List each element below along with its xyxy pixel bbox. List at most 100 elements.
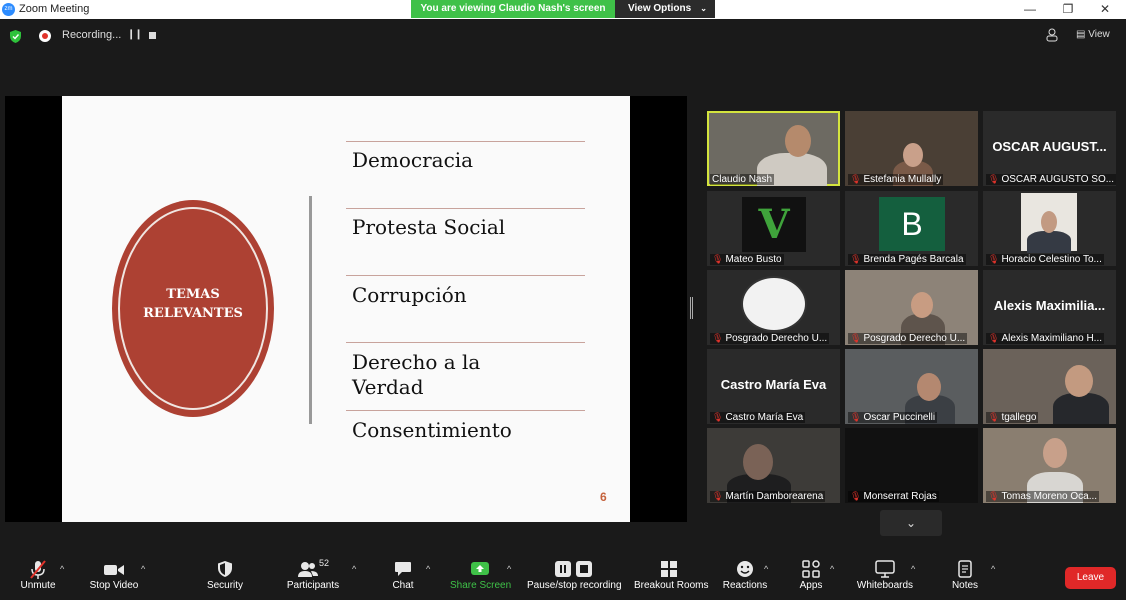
notes-button[interactable]: Notes <box>946 560 984 591</box>
view-button[interactable]: ▤ View <box>1076 29 1110 40</box>
audio-options-caret[interactable]: ^ <box>60 564 64 574</box>
split-resize-handle[interactable] <box>690 297 693 319</box>
stop-recording-icon[interactable] <box>149 32 156 39</box>
participant-name: 🎙 Posgrado Derecho U... <box>710 333 830 344</box>
participant-name-text: tgallego <box>1001 412 1037 423</box>
participant-tile[interactable]: OSCAR AUGUST... 🎙 OSCAR AUGUSTO SO... <box>983 111 1116 186</box>
chevron-down-icon: ⌄ <box>905 516 917 530</box>
topic-item: Derecho a la Verdad <box>352 350 481 399</box>
participant-name: 🎙 Martín Damborearena <box>710 491 826 502</box>
whiteboards-button[interactable]: Whiteboards <box>856 560 914 591</box>
participant-name-placeholder: Castro María Eva <box>720 377 827 392</box>
whiteboards-options-caret[interactable]: ^ <box>911 564 915 574</box>
pause-recording-icon[interactable]: ❙❙ <box>127 29 143 40</box>
muted-mic-icon: 🎙 <box>712 491 724 501</box>
participant-tile[interactable]: 🎙 Horacio Celestino To... <box>983 191 1116 266</box>
participants-options-caret[interactable]: ^ <box>352 564 356 574</box>
muted-mic-icon: 🎙 <box>850 254 862 264</box>
participant-tile[interactable]: 🎙 tgallego <box>983 349 1116 424</box>
participant-tile[interactable]: 🎙 Posgrado Derecho U... <box>845 270 978 345</box>
participant-tile[interactable]: V 🎙 Mateo Busto <box>707 191 840 266</box>
participants-icon: 52 <box>285 558 341 580</box>
muted-mic-icon: 🎙 <box>850 174 862 184</box>
focus-mode-icon[interactable] <box>1046 28 1058 42</box>
chat-button[interactable]: Chat <box>385 560 421 591</box>
muted-mic-icon: 🎙 <box>988 174 1000 184</box>
pause-stop-recording-button[interactable]: Pause/stop recording <box>527 560 622 591</box>
participant-tile[interactable]: 🎙 Monserrat Rojas <box>845 428 978 503</box>
notes-options-caret[interactable]: ^ <box>991 564 995 574</box>
participants-button[interactable]: 52 Participants <box>285 558 341 591</box>
topic-separator <box>346 410 585 411</box>
gta-v-logo-icon: V <box>742 197 806 252</box>
recording-dot-icon <box>39 30 51 42</box>
share-screen-label: Share Screen <box>450 580 512 591</box>
topic-separator <box>346 141 585 142</box>
participant-tile[interactable]: B 🎙 Brenda Pagés Barcala <box>845 191 978 266</box>
participant-name: Claudio Nash <box>710 174 775 185</box>
encryption-shield-icon[interactable] <box>9 30 22 43</box>
participant-tile[interactable]: Alexis Maximilia... 🎙 Alexis Maximiliano … <box>983 270 1116 345</box>
breakout-rooms-label: Breakout Rooms <box>634 580 709 591</box>
apps-button[interactable]: Apps <box>796 560 826 591</box>
minimize-button[interactable]: — <box>1015 1 1045 17</box>
participant-tile[interactable]: 🎙 Tomas Moreno Oca... <box>983 428 1116 503</box>
notes-icon <box>946 560 984 580</box>
participant-name: 🎙 Horacio Celestino To... <box>986 254 1104 265</box>
participant-video <box>911 292 933 318</box>
participant-tile[interactable]: 🎙 Martín Damborearena <box>707 428 840 503</box>
leave-button[interactable]: Leave <box>1065 567 1116 589</box>
topic-item: Protesta Social <box>352 215 506 239</box>
gallery-next-page-button[interactable]: ⌄ <box>880 510 942 536</box>
participant-video <box>1065 365 1093 397</box>
restore-button[interactable]: ❐ <box>1053 1 1083 17</box>
stop-video-button[interactable]: Stop Video <box>88 560 140 591</box>
participant-name: 🎙 Mateo Busto <box>710 254 784 265</box>
participant-tile[interactable]: 🎙 Estefania Mullally <box>845 111 978 186</box>
security-button[interactable]: Security <box>205 560 245 591</box>
reactions-options-caret[interactable]: ^ <box>764 564 768 574</box>
reactions-label: Reactions <box>722 580 768 591</box>
participant-tile[interactable]: 🎙 Oscar Puccinelli <box>845 349 978 424</box>
breakout-rooms-button[interactable]: Breakout Rooms <box>634 560 708 591</box>
participant-name-text: Castro María Eva <box>725 412 804 423</box>
stop-video-label: Stop Video <box>89 580 139 591</box>
share-screen-button[interactable]: Share Screen <box>450 560 512 591</box>
participant-tile[interactable]: Claudio Nash <box>707 111 840 186</box>
apps-options-caret[interactable]: ^ <box>830 564 834 574</box>
slide-divider <box>309 196 312 424</box>
participant-name-text: Mateo Busto <box>725 254 782 265</box>
window-title: Zoom Meeting <box>19 3 90 15</box>
close-button[interactable]: ✕ <box>1090 1 1120 17</box>
smiley-icon <box>722 560 768 580</box>
security-label: Security <box>206 580 244 591</box>
recording-status: Recording... <box>62 29 122 41</box>
share-options-caret[interactable]: ^ <box>507 564 511 574</box>
muted-mic-icon: 🎙 <box>850 412 862 422</box>
participant-name: 🎙 Tomas Moreno Oca... <box>986 491 1100 502</box>
video-camera-icon <box>88 560 140 580</box>
share-screen-icon <box>450 560 510 580</box>
reactions-button[interactable]: Reactions <box>722 560 768 591</box>
participant-name-text: Tomas Moreno Oca... <box>1001 491 1098 502</box>
participant-name-placeholder: Alexis Maximilia... <box>993 298 1106 313</box>
slide-badge-line2: RELEVANTES <box>143 306 243 321</box>
whiteboard-icon <box>856 560 914 580</box>
muted-mic-icon: 🎙 <box>988 333 1000 343</box>
muted-mic-icon: 🎙 <box>850 491 862 501</box>
participant-video <box>785 125 811 157</box>
unmute-label: Unmute <box>20 580 56 591</box>
participant-name: 🎙 Oscar Puccinelli <box>848 412 938 423</box>
muted-mic-icon: 🎙 <box>988 254 1000 264</box>
chat-options-caret[interactable]: ^ <box>426 564 430 574</box>
view-options-button[interactable]: View Options ⌄ <box>615 0 715 18</box>
participant-name-text: OSCAR AUGUSTO SO... <box>1001 174 1115 185</box>
unmute-button[interactable]: Unmute <box>18 560 58 591</box>
participant-name: 🎙 Posgrado Derecho U... <box>848 333 968 344</box>
video-options-caret[interactable]: ^ <box>141 564 145 574</box>
participant-tile[interactable]: 🎙 Posgrado Derecho U... <box>707 270 840 345</box>
participant-name: 🎙 OSCAR AUGUSTO SO... <box>986 174 1116 185</box>
participant-tile[interactable]: Castro María Eva 🎙 Castro María Eva <box>707 349 840 424</box>
participants-label: Participants <box>286 580 340 591</box>
viewing-screen-banner: You are viewing Claudio Nash's screen <box>411 0 615 18</box>
